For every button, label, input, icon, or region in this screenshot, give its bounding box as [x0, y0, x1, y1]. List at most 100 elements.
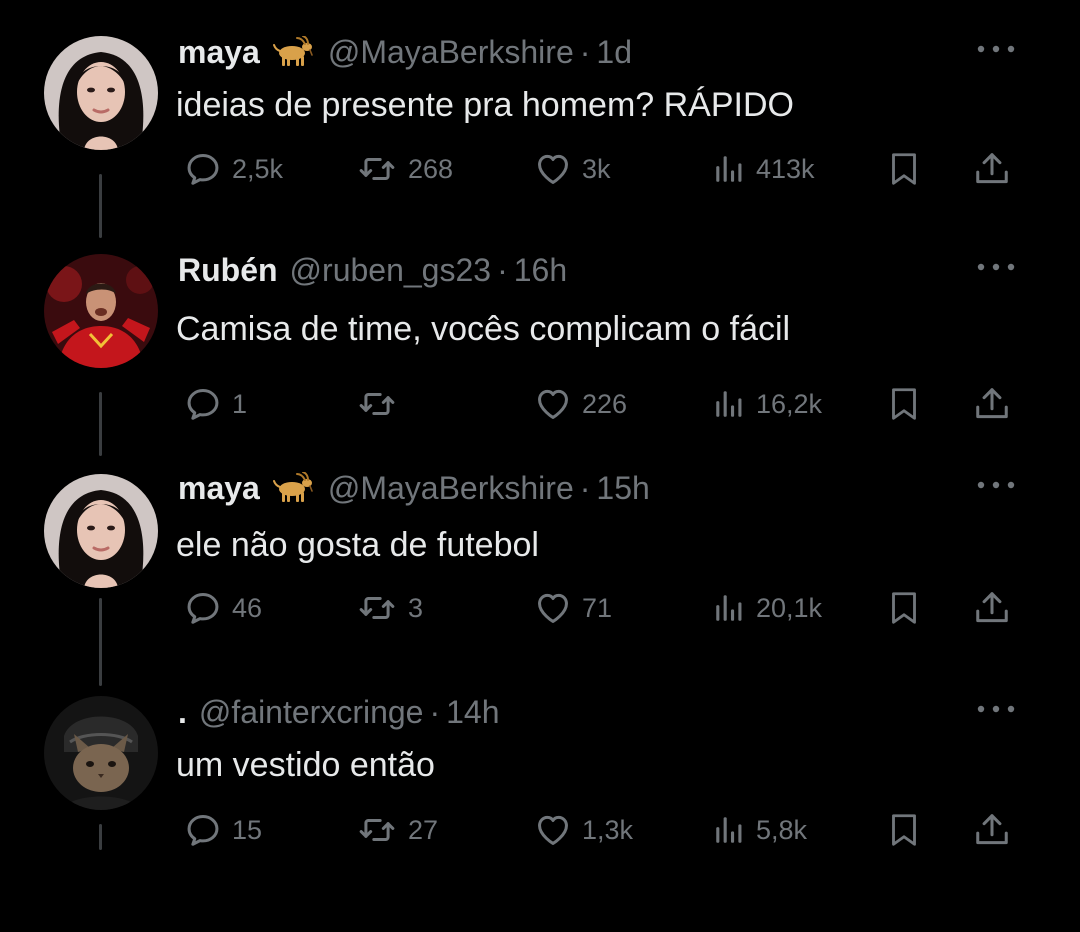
views-button[interactable]: 5,8k: [712, 808, 807, 852]
like-count: 226: [582, 388, 628, 419]
user-handle[interactable]: @MayaBerkshire: [328, 470, 574, 507]
more-options-icon[interactable]: [976, 262, 1016, 272]
profile-photo-woman-icon: [44, 474, 158, 588]
bookmark-icon: [886, 386, 922, 422]
tweet-text: ideias de presente pra homem? RÁPIDO: [176, 86, 794, 124]
bookmark-button[interactable]: [886, 586, 922, 630]
tweet-actions: 15 27 1,3k 5,8k: [0, 808, 1080, 852]
bookmark-button[interactable]: [886, 382, 922, 426]
tweet-header: . @fainterxcringe · 14h: [178, 690, 500, 734]
more-options-icon[interactable]: [976, 44, 1016, 54]
bookmark-icon: [886, 812, 922, 848]
retweet-icon: [356, 811, 398, 849]
avatar[interactable]: [44, 474, 158, 588]
retweet-icon: [356, 150, 398, 188]
retweet-icon: [356, 385, 398, 423]
reply-count: 15: [232, 814, 263, 845]
bookmark-button[interactable]: [886, 808, 922, 852]
views-button[interactable]: 20,1k: [712, 586, 822, 630]
display-name[interactable]: maya: [178, 34, 260, 71]
user-handle[interactable]: @fainterxcringe: [199, 694, 424, 731]
share-button[interactable]: [973, 586, 1011, 630]
share-button[interactable]: [973, 147, 1011, 191]
heart-icon: [534, 811, 572, 849]
view-count: 20,1k: [756, 592, 823, 623]
retweet-button[interactable]: 3: [356, 586, 423, 630]
separator-dot: ·: [497, 251, 508, 288]
view-count: 16,2k: [756, 388, 823, 419]
reply-count: 46: [232, 592, 263, 623]
timestamp[interactable]: 15h: [596, 470, 649, 507]
like-button[interactable]: 226: [534, 382, 627, 426]
share-icon: [973, 385, 1011, 423]
avatar[interactable]: [44, 696, 158, 810]
retweet-button[interactable]: 268: [356, 147, 453, 191]
more-options-icon[interactable]: [976, 704, 1016, 714]
tweet-header: Rubén @ruben_gs23 · 16h: [178, 248, 567, 292]
user-handle[interactable]: @MayaBerkshire: [328, 34, 574, 71]
tweet-text: um vestido então: [176, 746, 435, 784]
reply-icon: [184, 589, 222, 627]
separator-dot: ·: [579, 469, 591, 506]
views-chart-icon: [712, 152, 746, 186]
goat-emoji-icon: [272, 36, 314, 68]
separator-dot: ·: [429, 693, 441, 730]
heart-icon: [534, 385, 572, 423]
tweet-header: maya @MayaBerkshire · 15h: [178, 466, 650, 510]
reply-count: 1: [232, 388, 248, 419]
retweet-count: 27: [408, 814, 439, 845]
bookmark-button[interactable]: [886, 147, 922, 191]
tweet-actions: 46 3 71 20,1k: [0, 586, 1080, 630]
view-count: 5,8k: [756, 814, 808, 845]
like-count: 71: [582, 592, 613, 623]
retweet-count: 3: [408, 592, 424, 623]
bookmark-icon: [886, 151, 922, 187]
reply-icon: [184, 150, 222, 188]
reply-button[interactable]: 15: [184, 808, 262, 852]
like-button[interactable]: 1,3k: [534, 808, 633, 852]
tweet-text: Camisa de time, vocês complicam o fácil: [176, 310, 791, 348]
profile-photo-football-player-icon: [44, 254, 158, 368]
avatar[interactable]: [44, 36, 158, 150]
reply-button[interactable]: 2,5k: [184, 147, 283, 191]
retweet-count: 268: [408, 153, 454, 184]
reply-button[interactable]: 1: [184, 382, 247, 426]
reply-button[interactable]: 46: [184, 586, 262, 630]
share-icon: [973, 811, 1011, 849]
avatar[interactable]: [44, 254, 158, 368]
retweet-button[interactable]: [356, 382, 408, 426]
share-icon: [973, 150, 1011, 188]
retweet-button[interactable]: 27: [356, 808, 438, 852]
like-count: 3k: [582, 153, 611, 184]
retweet-icon: [356, 589, 398, 627]
user-handle[interactable]: @ruben_gs23: [290, 252, 492, 289]
like-button[interactable]: 3k: [534, 147, 611, 191]
display-name[interactable]: Rubén: [178, 252, 278, 289]
views-chart-icon: [712, 387, 746, 421]
more-options-icon[interactable]: [976, 480, 1016, 490]
timestamp[interactable]: 16h: [514, 252, 567, 289]
display-name[interactable]: maya: [178, 470, 260, 507]
share-button[interactable]: [973, 382, 1011, 426]
timestamp[interactable]: 14h: [446, 694, 499, 731]
share-button[interactable]: [973, 808, 1011, 852]
heart-icon: [534, 589, 572, 627]
tweet-thread: maya @MayaBerkshire · 1d ideias de prese…: [0, 0, 1080, 932]
display-name[interactable]: .: [178, 694, 187, 731]
views-chart-icon: [712, 813, 746, 847]
profile-photo-woman-icon: [44, 36, 158, 150]
tweet-actions: 1 226 16,2k: [0, 382, 1080, 426]
views-button[interactable]: 16,2k: [712, 382, 822, 426]
share-icon: [973, 589, 1011, 627]
separator-dot: ·: [579, 33, 591, 70]
views-chart-icon: [712, 591, 746, 625]
tweet-text: ele não gosta de futebol: [176, 526, 539, 564]
timestamp[interactable]: 1d: [596, 34, 632, 71]
like-button[interactable]: 71: [534, 586, 612, 630]
profile-photo-cat-icon: [44, 696, 158, 810]
reply-icon: [184, 385, 222, 423]
views-button[interactable]: 413k: [712, 147, 815, 191]
view-count: 413k: [756, 153, 815, 184]
like-count: 1,3k: [582, 814, 634, 845]
goat-emoji-icon: [272, 472, 314, 504]
